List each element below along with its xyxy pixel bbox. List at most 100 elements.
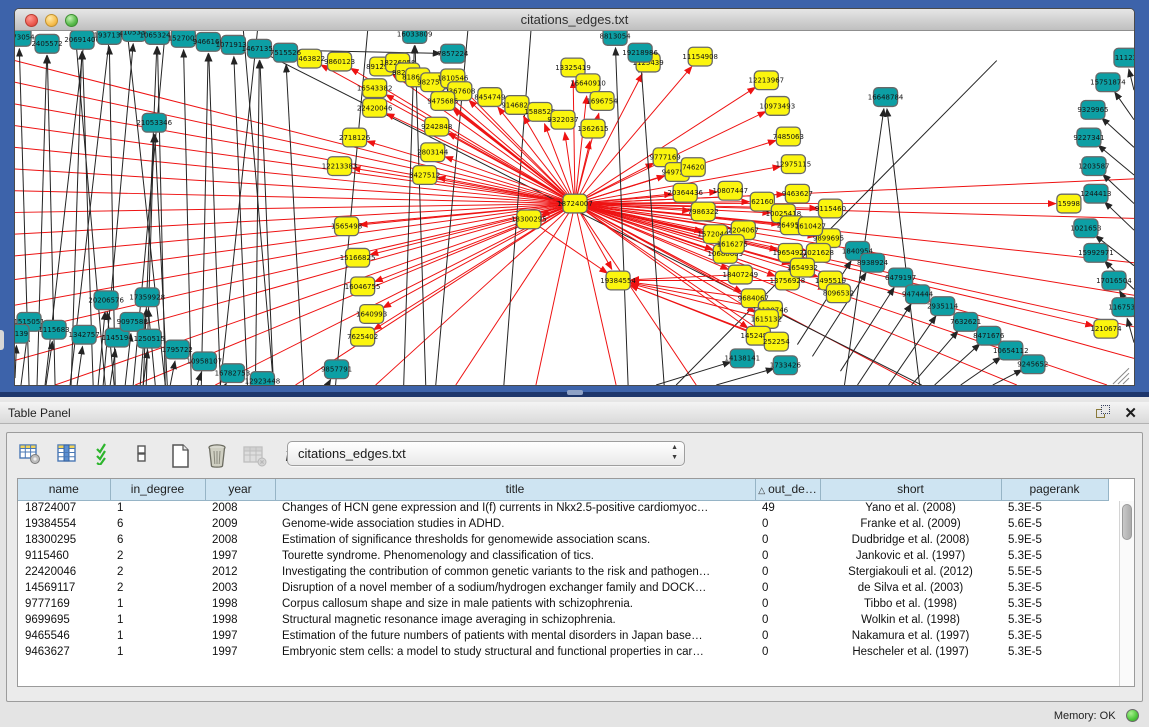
table-row[interactable]: 1456911722003Disruption of a novel membe…	[18, 580, 1108, 596]
graph-node[interactable]: 9860123	[324, 52, 355, 71]
table-body: 1872400712008Changes of HCN gene express…	[18, 500, 1108, 660]
column-header-short[interactable]: short	[820, 479, 1001, 500]
graph-node[interactable]: 7986322	[688, 202, 719, 221]
panel-collapse-handle[interactable]	[0, 330, 4, 350]
memory-status-label: Memory: OK	[1054, 710, 1116, 722]
graph-node[interactable]: 10958107	[187, 352, 223, 371]
graph-node[interactable]: 7632621	[950, 313, 981, 332]
graph-node[interactable]: 1733426	[770, 356, 801, 375]
graph-node[interactable]: 1362615	[577, 119, 608, 138]
graph-node[interactable]: 1250515	[134, 329, 165, 348]
table-row[interactable]: 1938455462009Genome-wide association stu…	[18, 516, 1108, 532]
graph-node[interactable]: 14138141	[725, 349, 761, 368]
graph-node[interactable]: 9322037	[547, 110, 578, 129]
svg-text:39139: 39139	[15, 330, 28, 338]
graph-node[interactable]: 1244413	[1080, 184, 1111, 203]
graph-node[interactable]: 7857224	[437, 44, 469, 63]
graph-node[interactable]: 9475685	[427, 92, 458, 111]
graph-node[interactable]: 1610427	[795, 217, 826, 236]
show-hide-columns-icon[interactable]	[52, 439, 82, 469]
table-settings-icon[interactable]	[15, 439, 45, 469]
graph-node[interactable]: 16648784	[868, 88, 904, 107]
table-row[interactable]: 1872400712008Changes of HCN gene express…	[18, 500, 1108, 516]
table-selector-dropdown[interactable]: citations_edges.txt ▲ ▼	[287, 441, 685, 466]
graph-node[interactable]: 9097588	[117, 313, 148, 332]
graph-node[interactable]: 1565498	[331, 217, 362, 236]
graph-node[interactable]: 1795722	[162, 340, 193, 359]
graph-node[interactable]: 252254	[763, 332, 790, 351]
graph-node[interactable]: 8427512	[409, 166, 440, 185]
graph-node[interactable]: 1342757	[69, 325, 100, 344]
graph-node[interactable]: 2718126	[339, 128, 370, 147]
row-height-icon[interactable]	[127, 439, 157, 469]
graph-node[interactable]: 1696754	[586, 92, 618, 111]
graph-node[interactable]: 9329965	[1077, 101, 1108, 120]
graph-node[interactable]: 11154908	[682, 47, 718, 66]
table-row[interactable]: 969969511998Structural magnetic resonanc…	[18, 612, 1108, 628]
graph-node[interactable]: 1115683	[38, 320, 69, 339]
new-column-icon[interactable]	[165, 439, 195, 469]
graph-node[interactable]: 8938924	[857, 253, 889, 272]
graph-node[interactable]: 12213967	[749, 71, 785, 90]
network-canvas[interactable]: 1872400774638229860123891295418226058982…	[15, 31, 1134, 385]
column-header-out_de[interactable]: △out_de…	[755, 479, 820, 500]
graph-node[interactable]: 2405572	[31, 34, 62, 53]
graph-node[interactable]: 9857791	[321, 360, 352, 379]
graph-node[interactable]: 2935114	[927, 297, 959, 316]
close-icon[interactable]: ✕	[1124, 404, 1137, 422]
graph-node[interactable]: 1021653	[1070, 219, 1101, 238]
graph-node[interactable]: 20206576	[88, 291, 124, 310]
network-window-titlebar[interactable]: citations_edges.txt	[15, 9, 1134, 31]
table-row[interactable]: 977716911998Corpus callosum shape and si…	[18, 596, 1108, 612]
graph-node[interactable]: 9245652	[1017, 355, 1048, 374]
split-divider-handle[interactable]	[567, 390, 583, 395]
citation-network-graph[interactable]: 1872400774638229860123891295418226058982…	[15, 31, 1134, 385]
graph-node[interactable]: 12975115	[776, 155, 812, 174]
scrollbar-thumb[interactable]	[1122, 504, 1132, 540]
graph-node[interactable]: 16046755	[345, 277, 381, 296]
table-row[interactable]: 2242004622012Investigating the contribut…	[18, 564, 1108, 580]
table-row[interactable]: 946362711997Embryonic stem cells: a mode…	[18, 644, 1108, 660]
graph-node[interactable]: 8813054	[599, 31, 631, 45]
memory-status-indicator-icon[interactable]	[1126, 709, 1139, 722]
vertical-scrollbar[interactable]	[1119, 501, 1134, 686]
graph-node[interactable]: 17359928	[129, 288, 165, 307]
graph-node[interactable]: 1615132	[751, 310, 782, 329]
graph-node[interactable]: 9463627	[782, 184, 813, 203]
graph-node[interactable]: 15998	[1057, 194, 1081, 213]
graph-node[interactable]: 9115460	[815, 199, 846, 218]
graph-node[interactable]: 9227341	[1073, 128, 1104, 147]
delete-column-icon[interactable]	[202, 439, 232, 469]
graph-node[interactable]: 21053346	[136, 113, 172, 132]
graph-node[interactable]: 1167533	[1108, 298, 1134, 317]
graph-node[interactable]: 1640993	[356, 305, 387, 324]
graph-node[interactable]: 15751874	[1090, 73, 1126, 92]
graph-node[interactable]: 7485063	[773, 127, 804, 146]
graph-node[interactable]: 74620	[681, 158, 705, 177]
graph-node[interactable]: 1616275	[717, 235, 748, 254]
graph-node[interactable]: 2803144	[417, 143, 449, 162]
graph-node[interactable]: 16033809	[397, 31, 433, 43]
table-row[interactable]: 946554611997Estimation of the future num…	[18, 628, 1108, 644]
float-window-icon[interactable]	[1095, 405, 1111, 421]
graph-node[interactable]: 11123	[1114, 48, 1134, 67]
table-row[interactable]: 1830029562008Estimation of significance …	[18, 532, 1108, 548]
graph-node[interactable]: 9242848	[421, 117, 452, 136]
graph-node[interactable]: 1654932	[787, 258, 818, 277]
graph-node[interactable]: 8096532	[823, 284, 854, 303]
column-header-name[interactable]: name	[18, 479, 110, 500]
select-attributes-icon[interactable]	[90, 439, 120, 469]
graph-node[interactable]: 39139	[15, 324, 29, 343]
graph-node[interactable]: 17016504	[1096, 271, 1132, 290]
graph-node[interactable]: 9474444	[902, 285, 934, 304]
graph-node[interactable]: 1203587	[1078, 157, 1109, 176]
column-header-title[interactable]: title	[275, 479, 755, 500]
table-row[interactable]: 911546021997Tourette syndrome. Phenomeno…	[18, 548, 1108, 564]
column-header-year[interactable]: year	[205, 479, 275, 500]
column-header-in_degree[interactable]: in_degree	[110, 479, 205, 500]
graph-node[interactable]: 7625402	[347, 327, 378, 346]
column-header-pagerank[interactable]: pagerank	[1001, 479, 1108, 500]
graph-node[interactable]: 1210674	[1090, 319, 1122, 338]
graph-node[interactable]: 6479197	[885, 268, 916, 287]
graph-node[interactable]: 7515526	[270, 43, 301, 62]
